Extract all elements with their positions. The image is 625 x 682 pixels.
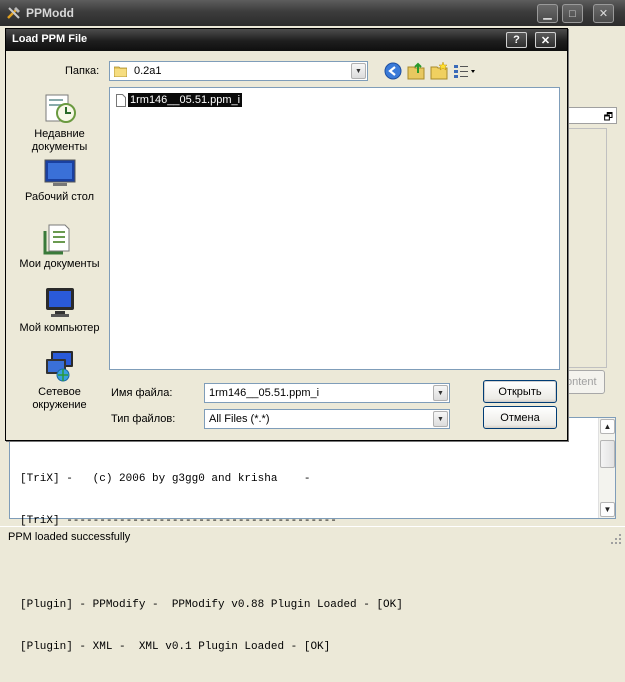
folder-icon	[114, 66, 127, 77]
maximize-icon: □	[569, 7, 576, 20]
chevron-down-icon[interactable]: ▼	[433, 411, 448, 427]
up-folder-icon[interactable]	[406, 61, 426, 81]
minimize-button[interactable]: ▁	[537, 4, 558, 23]
filename-label: Имя файла:	[111, 387, 173, 399]
main-title-bar: PPModd ▁ □ ✕	[0, 0, 625, 26]
place-network[interactable]: Сетевое окружение	[10, 349, 109, 412]
back-icon[interactable]	[383, 61, 403, 81]
file-name: 1rm146__05.51.ppm_i	[128, 93, 243, 107]
place-recent[interactable]: Недавние документы	[10, 91, 109, 154]
status-text: PPM loaded successfully	[8, 531, 131, 543]
place-my-documents[interactable]: Мои документы	[10, 221, 109, 271]
main-close-button[interactable]: ✕	[593, 4, 614, 23]
close-icon: ✕	[540, 34, 551, 47]
recent-documents-icon	[45, 94, 76, 123]
file-item[interactable]: 1rm146__05.51.ppm_i	[116, 92, 243, 108]
desktop-icon	[44, 159, 75, 186]
my-computer-icon	[45, 288, 74, 317]
filetype-label: Тип файлов:	[111, 413, 176, 425]
log-line: [TriX] - (c) 2006 by g3gg0 and krisha -	[20, 473, 311, 485]
close-icon: ✕	[598, 8, 609, 20]
network-places-icon	[45, 351, 73, 382]
folder-value: 0.2a1	[134, 65, 162, 77]
view-menu-icon[interactable]	[452, 61, 478, 81]
cancel-button[interactable]: Отмена	[483, 406, 557, 429]
main-window-title: PPModd	[26, 6, 74, 20]
places-bar: Недавние документы Рабочий стол Мои доку…	[10, 87, 109, 419]
maximize-button[interactable]: □	[562, 4, 583, 23]
panel-header: 🗗	[566, 107, 617, 124]
help-button[interactable]: ?	[506, 32, 527, 48]
open-button[interactable]: Открыть	[483, 380, 557, 403]
log-text: [TriX] - (c) 2006 by g3gg0 and krisha - …	[20, 444, 600, 682]
place-label: Недавние документы	[31, 128, 88, 153]
filename-input[interactable]: 1rm146__05.51.ppm_i ▼	[204, 383, 450, 403]
chevron-down-icon[interactable]: ▼	[351, 63, 366, 79]
scroll-down-button[interactable]: ▼	[600, 502, 615, 517]
dialog-title-bar: Load PPM File ? ✕	[6, 29, 567, 51]
filename-value: 1rm146__05.51.ppm_i	[209, 387, 320, 399]
place-label: Мои документы	[19, 258, 100, 270]
folder-label: Папка:	[65, 65, 100, 77]
scroll-up-button[interactable]: ▲	[600, 419, 615, 434]
log-scrollbar[interactable]: ▲ ▼	[598, 418, 615, 518]
file-list[interactable]: 1rm146__05.51.ppm_i	[109, 87, 560, 370]
place-label: Сетевое окружение	[32, 386, 87, 411]
log-line: [Plugin] - PPModify - PPModify v0.88 Plu…	[20, 599, 403, 611]
place-label: Рабочий стол	[24, 191, 95, 203]
chevron-down-icon[interactable]: ▼	[433, 385, 448, 401]
new-folder-icon[interactable]	[429, 61, 449, 81]
resize-grip-icon[interactable]	[610, 533, 622, 545]
tools-icon	[7, 7, 20, 19]
my-documents-icon	[43, 224, 69, 255]
log-line: [Plugin] - XML - XML v0.1 Plugin Loaded …	[20, 641, 331, 653]
place-label: Мой компьютер	[19, 322, 100, 334]
file-icon	[116, 93, 126, 107]
restore-icon[interactable]: 🗗	[604, 110, 613, 127]
place-my-computer[interactable]: Мой компьютер	[10, 285, 109, 335]
filetype-value: All Files (*.*)	[209, 413, 270, 425]
status-bar: PPM loaded successfully	[0, 526, 625, 548]
filetype-dropdown[interactable]: All Files (*.*) ▼	[204, 409, 450, 429]
dialog-close-button[interactable]: ✕	[535, 32, 556, 48]
minimize-icon: ▁	[543, 8, 552, 20]
load-file-dialog: Load PPM File ? ✕ Папка: 0.2a1 ▼ Недавни…	[5, 28, 568, 441]
arrow-down-icon: ▼	[603, 505, 612, 514]
arrow-up-icon: ▲	[603, 422, 612, 431]
scroll-thumb[interactable]	[600, 440, 615, 468]
panel-box	[566, 128, 607, 368]
place-desktop[interactable]: Рабочий стол	[10, 158, 109, 204]
help-icon: ?	[513, 34, 520, 46]
dialog-title: Load PPM File	[12, 33, 88, 45]
folder-dropdown[interactable]: 0.2a1 ▼	[109, 61, 368, 81]
